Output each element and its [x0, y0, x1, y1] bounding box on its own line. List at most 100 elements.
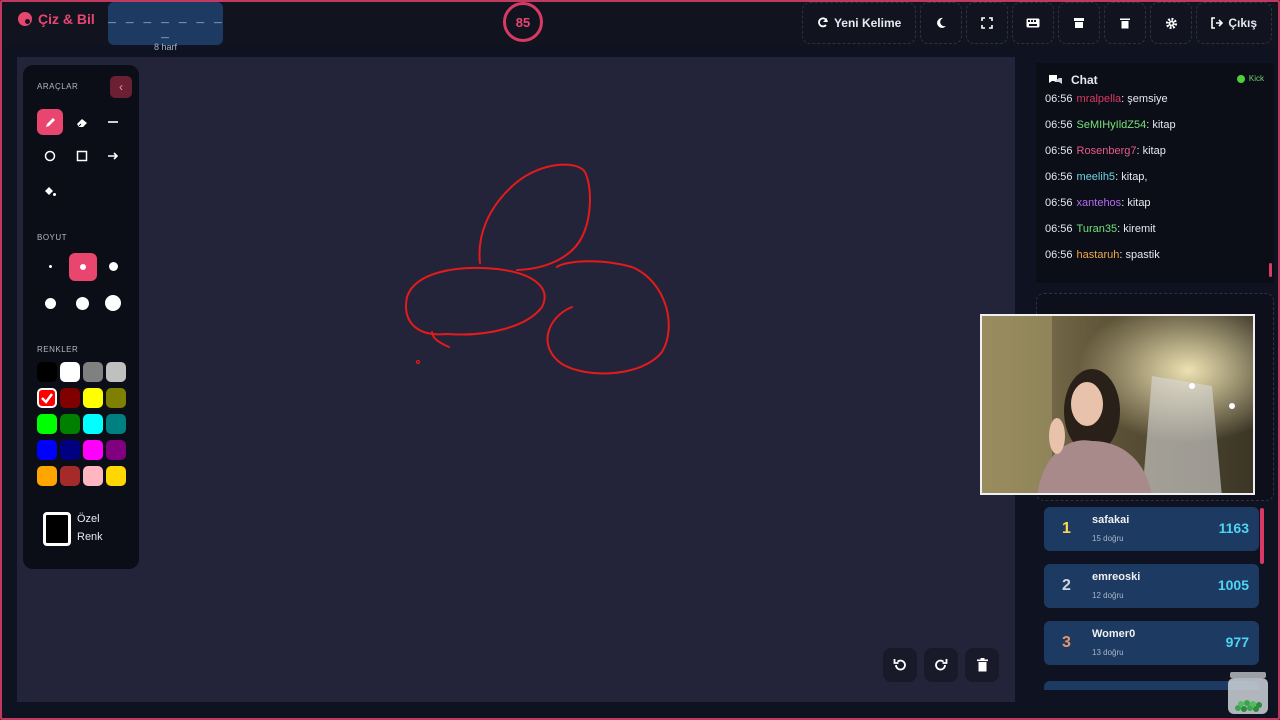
color-swatch[interactable]	[60, 414, 80, 434]
pencil-tool[interactable]	[37, 109, 63, 135]
player-rank: 3	[1062, 634, 1071, 651]
fill-tool[interactable]	[37, 178, 63, 204]
color-swatch[interactable]	[60, 362, 80, 382]
eraser-tool[interactable]	[69, 109, 95, 135]
leaderboard: 1 safakai 15 doğru 1163 2 emreoski 12 doğru 100…	[1036, 502, 1274, 690]
tools-title: ARAÇLAR	[37, 82, 79, 91]
color-swatch[interactable]	[83, 414, 103, 434]
keyboard-button[interactable]	[1012, 2, 1055, 44]
size-option-1[interactable]	[37, 253, 63, 279]
circle-tool[interactable]	[37, 143, 63, 169]
message-user[interactable]: xantehos	[1077, 197, 1122, 209]
eraser-icon	[76, 118, 87, 127]
message-text: spastik	[1125, 249, 1160, 261]
square-icon	[76, 150, 88, 162]
chevron-left-icon: ‹	[119, 80, 123, 94]
size-option-5[interactable]	[69, 290, 95, 316]
color-swatch[interactable]	[60, 388, 80, 408]
exit-label: Çıkış	[1228, 16, 1257, 30]
webcam-overlay	[980, 314, 1255, 495]
color-swatch[interactable]	[106, 414, 126, 434]
redo-icon	[935, 659, 948, 671]
color-swatch[interactable]	[83, 388, 103, 408]
color-swatch[interactable]	[60, 466, 80, 486]
message-user[interactable]: hastaruh	[1077, 249, 1120, 261]
arrow-right-icon	[108, 152, 119, 160]
tools-panel: ARAÇLAR ‹ BOYUT RENKLER Özel Renk	[23, 65, 139, 569]
color-swatch[interactable]	[83, 440, 103, 460]
player-name: emreoski	[1092, 571, 1141, 583]
gear-icon	[1165, 17, 1177, 29]
player-correct-count: 13 doğru	[1092, 648, 1124, 657]
chat-message: 06:56 mralpella: şemsiye	[1045, 93, 1270, 119]
size-option-6[interactable]	[100, 290, 126, 316]
size-option-4[interactable]	[37, 290, 63, 316]
comments-icon	[1049, 75, 1062, 84]
message-time: 06:56	[1045, 145, 1073, 157]
message-user[interactable]: Rosenberg7	[1077, 145, 1137, 157]
theme-toggle-button[interactable]	[920, 2, 963, 44]
logout-icon	[1211, 17, 1224, 29]
custom-color-label-line2: Renk	[77, 531, 103, 543]
keyboard-icon	[1026, 18, 1040, 28]
drawing-canvas[interactable]	[17, 57, 1015, 702]
message-user[interactable]: meelih5	[1077, 171, 1116, 183]
size-option-2[interactable]	[69, 253, 97, 281]
message-user[interactable]: SeMIHyIldZ54	[1077, 119, 1147, 131]
message-text: kitap	[1142, 145, 1166, 157]
color-swatch[interactable]	[37, 362, 57, 382]
undo-button[interactable]	[883, 648, 917, 682]
line-icon	[108, 121, 118, 123]
message-text: kiremit	[1123, 223, 1156, 235]
color-swatch[interactable]	[106, 466, 126, 486]
size-dot	[108, 261, 118, 271]
line-tool[interactable]	[100, 109, 126, 135]
redo-button[interactable]	[924, 648, 958, 682]
size-option-3[interactable]	[100, 253, 126, 279]
settings-button[interactable]	[1150, 2, 1193, 44]
pencil-icon	[45, 117, 55, 127]
player-name: Womer0	[1092, 628, 1136, 640]
new-word-label: Yeni Kelime	[833, 16, 902, 30]
size-title: BOYUT	[37, 233, 68, 242]
custom-color-label-line1: Özel	[77, 513, 100, 525]
clear-canvas-button[interactable]	[965, 648, 999, 682]
arrow-tool[interactable]	[100, 143, 126, 169]
exit-button[interactable]: Çıkış	[1196, 2, 1272, 44]
delete-button[interactable]	[1104, 2, 1147, 44]
new-word-button[interactable]: Yeni Kelime	[801, 2, 917, 44]
rectangle-tool[interactable]	[69, 143, 95, 169]
color-swatch[interactable]	[106, 362, 126, 382]
expand-icon	[981, 17, 994, 29]
player-correct-count: 12 doğru	[1092, 591, 1124, 600]
color-swatch[interactable]	[37, 388, 57, 408]
message-user[interactable]: mralpella	[1077, 93, 1122, 105]
trash-icon	[976, 658, 988, 672]
archive-button[interactable]	[1058, 2, 1101, 44]
fullscreen-button[interactable]	[966, 2, 1009, 44]
collapse-panel-button[interactable]: ‹	[110, 76, 132, 98]
top-actions: Yeni Kelime Çıkış	[798, 2, 1272, 44]
color-swatch[interactable]	[106, 388, 126, 408]
size-dot	[105, 295, 121, 311]
color-swatch[interactable]	[60, 440, 80, 460]
chat-messages: 06:56 mralpella: şemsiye 06:56 SeMIHyIldZ54…	[1045, 93, 1270, 275]
color-swatch[interactable]	[83, 466, 103, 486]
leaderboard-row: 1 safakai 15 doğru 1163	[1044, 507, 1259, 551]
moon-icon	[937, 17, 947, 28]
player-score: 977	[1225, 634, 1249, 650]
player-correct-count: 15 doğru	[1092, 534, 1124, 543]
custom-color-button[interactable]	[43, 512, 71, 546]
chat-message: 06:56 hastaruh: spastik	[1045, 249, 1270, 275]
message-time: 06:56	[1045, 249, 1073, 261]
color-swatch[interactable]	[37, 414, 57, 434]
color-swatch[interactable]	[37, 466, 57, 486]
app-name: Çiz & Bil	[38, 11, 95, 27]
color-swatch[interactable]	[83, 362, 103, 382]
color-swatch[interactable]	[37, 440, 57, 460]
message-user[interactable]: Turan35	[1077, 223, 1118, 235]
color-swatch[interactable]	[106, 440, 126, 460]
word-display: _ _ _ _ _ _ _ _ 8 harf	[108, 2, 223, 52]
chat-scrollbar[interactable]	[1269, 263, 1272, 277]
leaderboard-scrollbar[interactable]	[1260, 508, 1264, 564]
